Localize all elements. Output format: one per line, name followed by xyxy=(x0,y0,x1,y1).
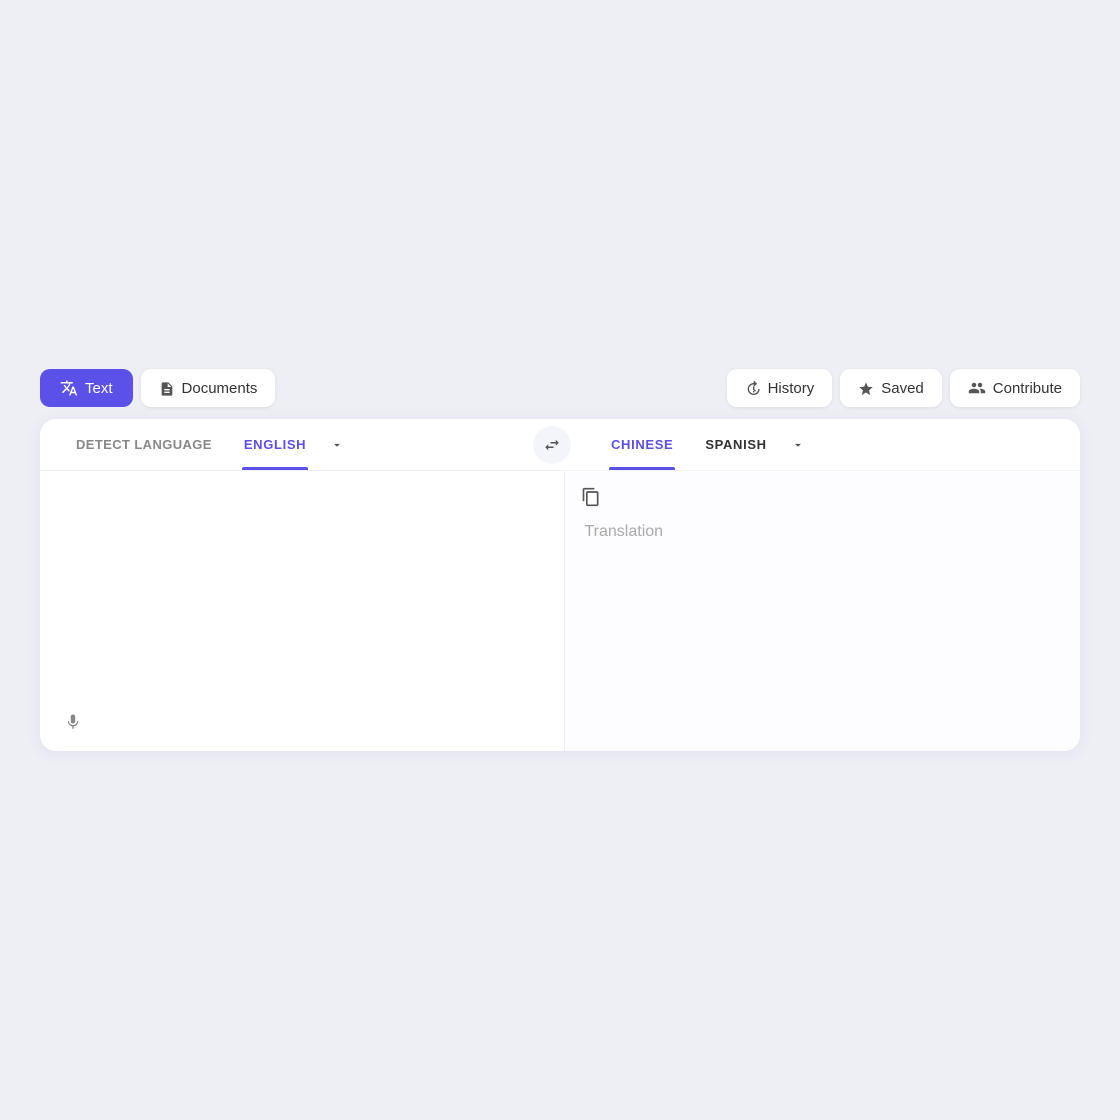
documents-tab-label: Documents xyxy=(182,380,258,397)
detect-language-option[interactable]: DETECT LANGUAGE xyxy=(60,419,228,470)
translation-content-row: Translation xyxy=(40,471,1080,751)
translation-card: DETECT LANGUAGE ENGLISH CHINESE SPANISH xyxy=(40,419,1080,751)
microphone-button[interactable] xyxy=(60,709,544,735)
source-input-pane xyxy=(40,471,565,751)
text-tab-button[interactable]: Text xyxy=(40,369,133,407)
source-lang-dropdown-button[interactable] xyxy=(322,420,352,470)
source-text-input[interactable] xyxy=(60,487,544,701)
people-icon xyxy=(968,379,986,397)
app-container: Text Documents xyxy=(40,369,1080,751)
text-tab-label: Text xyxy=(85,380,113,397)
swap-languages-button[interactable] xyxy=(533,426,571,464)
documents-tab-button[interactable]: Documents xyxy=(141,369,276,406)
history-button[interactable]: History xyxy=(727,369,833,406)
target-output-pane: Translation xyxy=(565,471,1081,751)
target-lang-selector: CHINESE SPANISH xyxy=(579,419,1060,470)
english-lang-tab[interactable]: ENGLISH xyxy=(228,419,322,470)
contribute-button[interactable]: Contribute xyxy=(950,369,1080,407)
chinese-lang-tab[interactable]: CHINESE xyxy=(595,419,689,470)
saved-label: Saved xyxy=(881,380,924,397)
contribute-label: Contribute xyxy=(993,380,1062,397)
document-icon xyxy=(159,379,175,396)
target-lang-dropdown-button[interactable] xyxy=(783,420,813,470)
language-selector-row: DETECT LANGUAGE ENGLISH CHINESE SPANISH xyxy=(40,419,1080,471)
copy-translation-button[interactable] xyxy=(577,483,605,514)
saved-button[interactable]: Saved xyxy=(840,369,942,406)
top-nav: Text Documents xyxy=(40,369,1080,407)
source-lang-selector: DETECT LANGUAGE ENGLISH xyxy=(60,419,525,470)
history-icon xyxy=(745,379,761,396)
nav-left: Text Documents xyxy=(40,369,275,407)
history-label: History xyxy=(768,380,815,397)
spanish-lang-tab[interactable]: SPANISH xyxy=(689,419,782,470)
nav-right: History Saved Contribute xyxy=(727,369,1080,407)
star-icon xyxy=(858,379,874,396)
translation-output: Translation xyxy=(577,523,1061,541)
translate-icon xyxy=(60,379,78,397)
